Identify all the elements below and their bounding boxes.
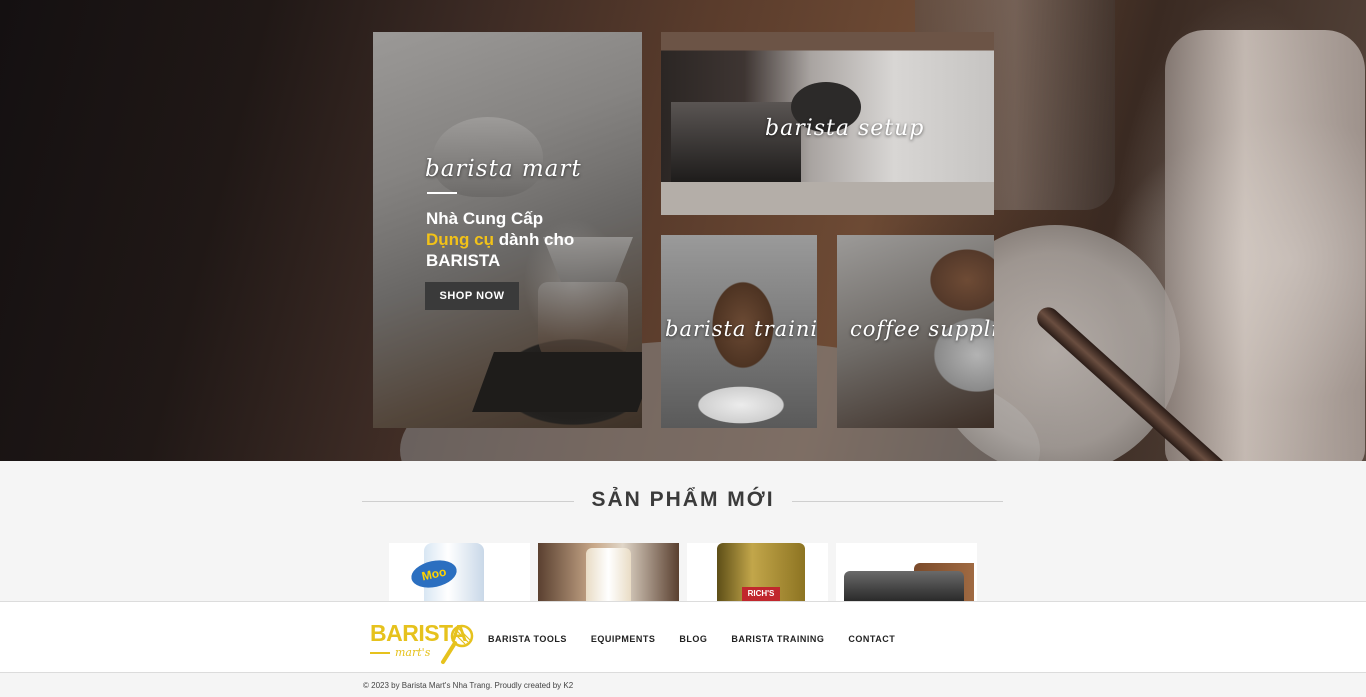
headline-line-2-rest: dành cho — [494, 230, 575, 249]
nav-barista-tools[interactable]: BARISTA TOOLS — [488, 634, 567, 644]
nav-barista-training[interactable]: BARISTA TRAINING — [731, 634, 824, 644]
product-image — [586, 548, 631, 601]
footer-copyright: © 2023 by Barista Mart's Nha Trang. Prou… — [363, 681, 574, 690]
section-divider-right — [792, 501, 1003, 502]
portafilter-icon — [441, 624, 474, 664]
site-logo[interactable]: BARISTA mart's — [370, 618, 474, 666]
tile-barista-setup[interactable]: barista setup — [661, 32, 994, 215]
hero-main-tile[interactable]: barista mart Nhà Cung Cấp Dụng cụ dành c… — [373, 32, 642, 428]
espresso-machine-image — [671, 102, 801, 182]
headline-line-3: BARISTA — [426, 251, 501, 270]
headline-line-1: Nhà Cung Cấp — [426, 209, 544, 228]
tile-coffee-supplier[interactable]: coffee supplier — [837, 235, 994, 428]
logo-dash — [370, 652, 390, 654]
new-products-title: SẢN PHẨM MỚI — [591, 488, 775, 511]
tile-label-supplier: coffee supplier — [850, 317, 994, 341]
logo-sub-text: mart's — [395, 646, 431, 659]
product-brand-label: RICH'S — [742, 587, 780, 601]
product-card[interactable]: Moo — [389, 543, 530, 601]
nav-equipments[interactable]: EQUIPMENTS — [591, 634, 656, 644]
product-card[interactable] — [538, 543, 679, 601]
headline-highlight: Dụng cụ — [426, 230, 494, 249]
product-card[interactable]: RICH'S — [687, 543, 828, 601]
brand-script-title: barista mart — [425, 156, 582, 182]
hero-headline: Nhà Cung Cấp Dụng cụ dành cho BARISTA — [426, 208, 574, 271]
site-header: BARISTA mart's BARISTA TOOLS EQUIPMENTS … — [0, 601, 1366, 673]
tile-label-setup: barista setup — [765, 116, 925, 141]
main-nav: BARISTA TOOLS EQUIPMENTS BLOG BARISTA TR… — [488, 634, 919, 644]
nav-contact[interactable]: CONTACT — [848, 634, 895, 644]
tile-barista-training[interactable]: barista training — [661, 235, 817, 428]
nav-blog[interactable]: BLOG — [679, 634, 707, 644]
tile-label-training: barista training — [665, 317, 817, 341]
brand-underline — [427, 192, 457, 194]
product-card[interactable] — [836, 543, 977, 601]
counter-image — [661, 182, 994, 215]
shop-now-button[interactable]: SHOP NOW — [425, 282, 519, 310]
headline-line-2: Dụng cụ dành cho — [426, 229, 574, 250]
product-image — [844, 571, 964, 601]
hero-latte-glass — [1165, 30, 1365, 461]
